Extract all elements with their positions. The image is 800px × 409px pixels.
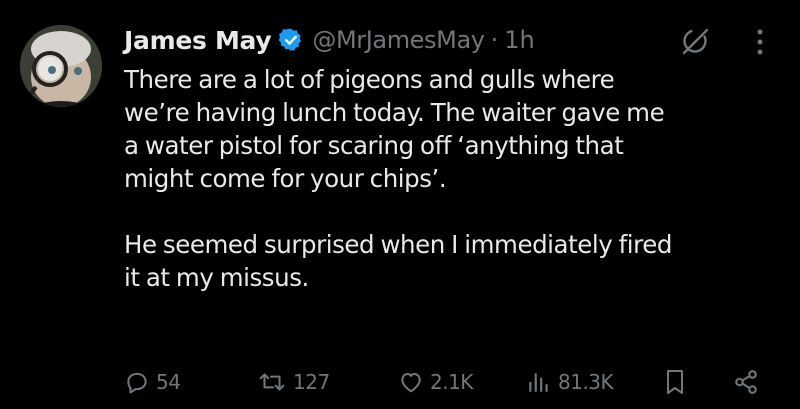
share-button[interactable] xyxy=(733,362,759,402)
like-count: 2.1K xyxy=(430,370,473,394)
like-button[interactable]: 2.1K xyxy=(398,362,473,402)
user-handle[interactable]: @MrJamesMay xyxy=(312,26,485,54)
repost-button[interactable]: 127 xyxy=(257,362,330,402)
reply-icon xyxy=(124,369,150,395)
views-icon xyxy=(526,369,552,395)
share-icon xyxy=(733,369,759,395)
reply-button[interactable]: 54 xyxy=(124,362,181,402)
bookmark-button[interactable] xyxy=(663,362,687,402)
tweet-text-line: might come for your chips’. xyxy=(124,164,447,193)
tweet-text-line: we’re having lunch today. The waiter gav… xyxy=(124,98,665,127)
grok-icon[interactable] xyxy=(680,26,710,56)
tweet[interactable]: James May @MrJamesMay · 1h There are a l… xyxy=(0,0,800,409)
more-vertical-icon[interactable] xyxy=(752,26,768,58)
separator-dot: · xyxy=(490,26,499,54)
tweet-text: There are a lot of pigeons and gulls whe… xyxy=(124,63,784,294)
views-count: 81.3K xyxy=(558,370,614,394)
heart-icon xyxy=(398,369,424,395)
bookmark-icon xyxy=(663,368,687,396)
tweet-text-line: a water pistol for scaring off ‘anything… xyxy=(124,131,624,160)
tweet-header: James May @MrJamesMay · 1h xyxy=(124,20,535,60)
verified-badge-icon xyxy=(278,27,304,53)
display-name[interactable]: James May xyxy=(124,26,272,55)
action-bar: 54 127 2.1K 81.3K xyxy=(0,362,800,402)
timestamp[interactable]: 1h xyxy=(504,26,534,54)
views-button[interactable]: 81.3K xyxy=(526,362,614,402)
avatar-image xyxy=(20,25,102,107)
avatar[interactable] xyxy=(20,25,102,107)
repost-icon xyxy=(257,369,287,395)
tweet-text-line: There are a lot of pigeons and gulls whe… xyxy=(124,65,615,94)
repost-count: 127 xyxy=(293,370,330,394)
tweet-text-line: He seemed surprised when I immediately f… xyxy=(124,230,672,259)
tweet-text-line: it at my missus. xyxy=(124,263,309,292)
reply-count: 54 xyxy=(156,370,181,394)
